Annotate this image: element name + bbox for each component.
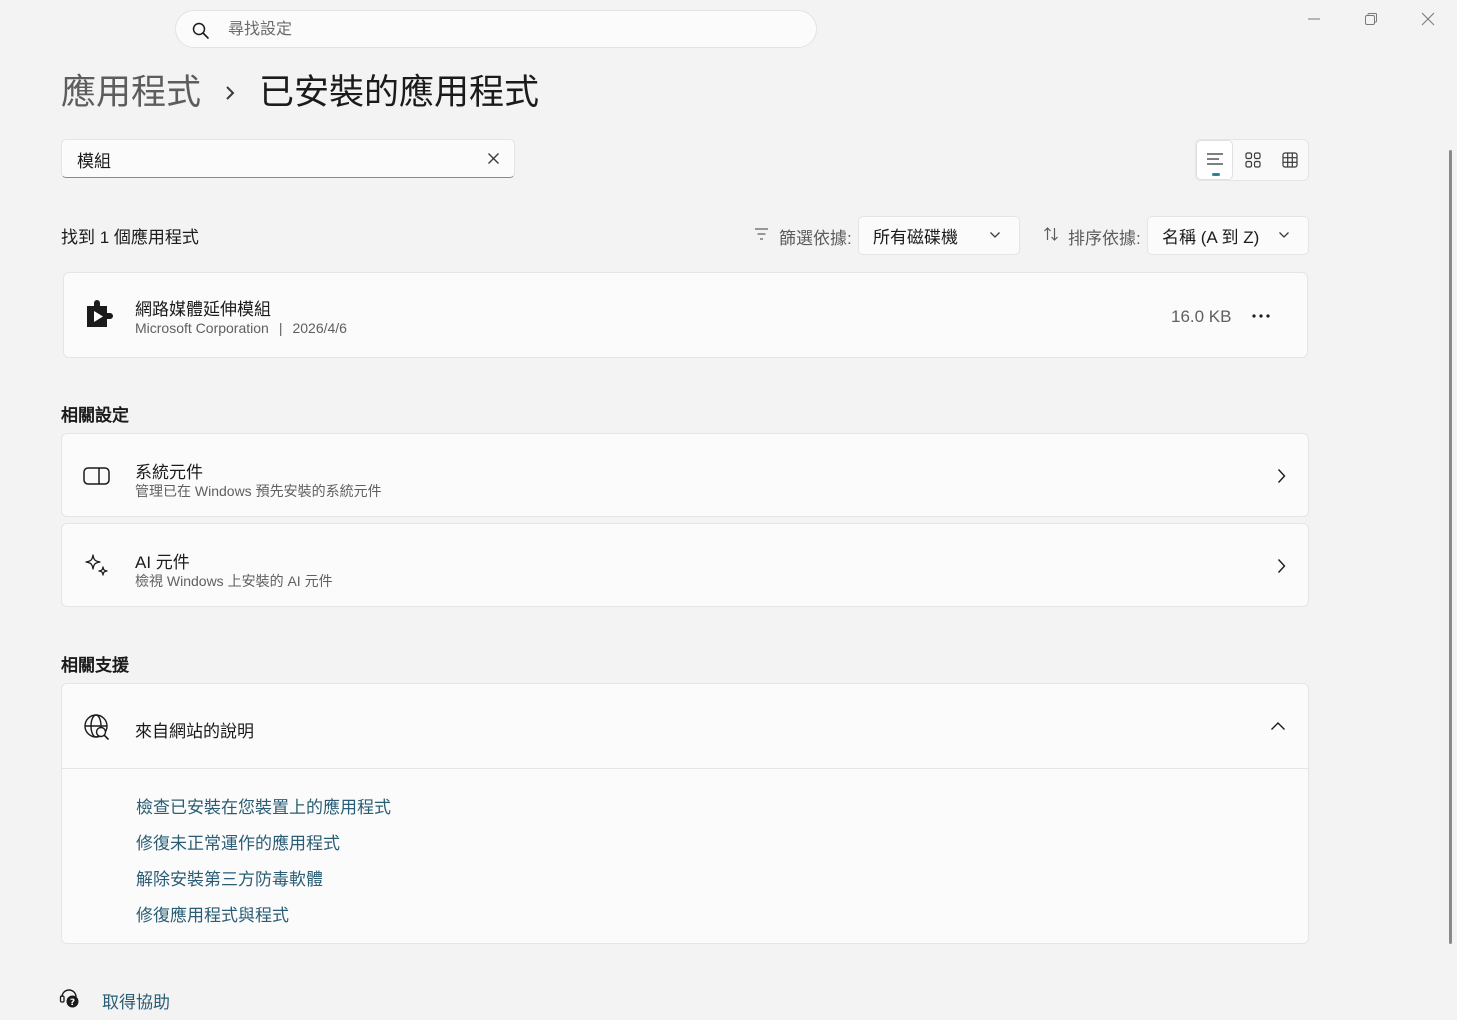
chevron-down-icon: [989, 231, 1001, 239]
settings-search-box[interactable]: [175, 10, 817, 48]
filter-icon: [754, 227, 769, 241]
svg-text:?: ?: [70, 998, 75, 1008]
get-help-link[interactable]: 取得協助: [102, 988, 170, 1013]
filter-dropdown-value: 所有磁碟機: [873, 228, 958, 247]
ai-components-item[interactable]: AI 元件 檢視 Windows 上安裝的 AI 元件: [61, 523, 1309, 607]
help-link-uninstall-antivirus[interactable]: 解除安裝第三方防毒軟體: [136, 865, 323, 890]
chevron-right-icon: [1277, 558, 1286, 574]
ai-components-title: AI 元件: [135, 553, 190, 572]
app-publisher: Microsoft Corporation: [135, 320, 269, 336]
active-indicator: [1212, 173, 1220, 176]
help-link-repair-apps[interactable]: 修復未正常運作的應用程式: [136, 829, 340, 854]
search-icon: [192, 22, 210, 40]
app-filter-box[interactable]: [61, 139, 515, 178]
filter-dropdown[interactable]: 所有磁碟機: [858, 216, 1020, 255]
table-view-button[interactable]: [1271, 140, 1308, 180]
system-components-title: 系統元件: [135, 463, 203, 482]
system-components-desc: 管理已在 Windows 預先安裝的系統元件: [135, 483, 382, 499]
sort-icon: [1043, 226, 1059, 242]
minimize-button[interactable]: [1299, 6, 1329, 32]
filter-label: 篩選依據:: [779, 229, 852, 248]
web-help-expander: 來自網站的說明 檢查已安裝在您裝置上的應用程式 修復未正常運作的應用程式 解除安…: [61, 683, 1309, 944]
close-icon: [1421, 12, 1435, 26]
app-name: 網路媒體延伸模組: [135, 300, 271, 319]
chevron-right-icon: [223, 84, 237, 102]
web-help-expander-header[interactable]: 來自網站的說明: [62, 684, 1308, 769]
scrollbar-thumb[interactable]: [1449, 150, 1452, 944]
breadcrumb: 應用程式 已安裝的應用程式: [61, 70, 539, 116]
help-link-repair-programs[interactable]: 修復應用程式與程式: [136, 901, 289, 926]
minimize-icon: [1308, 18, 1320, 20]
grid-view-button[interactable]: [1234, 140, 1271, 180]
clear-icon[interactable]: [487, 152, 500, 165]
get-help-icon: ?: [59, 987, 81, 1009]
app-list-item[interactable]: 網路媒體延伸模組 Microsoft Corporation | 2026/4/6 …: [63, 272, 1308, 358]
web-help-title: 來自網站的說明: [135, 722, 254, 741]
result-count: 找到 1 個應用程式: [61, 228, 199, 247]
list-view-icon: [1206, 153, 1223, 165]
sort-dropdown-value: 名稱 (A 到 Z): [1162, 228, 1260, 247]
meta-separator: |: [278, 320, 283, 336]
app-size: 16.0 KB: [1171, 307, 1232, 326]
related-support-heading: 相關支援: [61, 656, 129, 675]
close-button[interactable]: [1413, 6, 1443, 32]
sparkle-icon: [84, 553, 110, 579]
more-icon: [1252, 314, 1270, 318]
system-components-icon: [83, 466, 111, 486]
help-link-check-installed[interactable]: 檢查已安裝在您裝置上的應用程式: [136, 793, 391, 818]
globe-search-icon: [83, 713, 111, 741]
grid-view-icon: [1244, 152, 1261, 168]
app-filter-input[interactable]: [75, 148, 479, 170]
related-settings-heading: 相關設定: [61, 406, 129, 425]
search-input[interactable]: [226, 18, 790, 42]
chevron-down-icon: [1278, 231, 1290, 239]
more-options-button[interactable]: [1250, 305, 1272, 327]
list-view-button[interactable]: [1196, 140, 1233, 180]
chevron-up-icon: [1270, 721, 1286, 731]
app-meta: Microsoft Corporation | 2026/4/6: [135, 320, 347, 336]
app-install-date: 2026/4/6: [292, 320, 347, 336]
page-title: 已安裝的應用程式: [259, 73, 540, 112]
sort-label: 排序依據:: [1068, 229, 1141, 248]
ai-components-desc: 檢視 Windows 上安裝的 AI 元件: [135, 573, 333, 589]
restore-button[interactable]: [1356, 6, 1386, 32]
system-components-item[interactable]: 系統元件 管理已在 Windows 預先安裝的系統元件: [61, 433, 1309, 517]
sort-dropdown[interactable]: 名稱 (A 到 Z): [1147, 216, 1309, 255]
table-view-icon: [1281, 152, 1298, 168]
media-extension-icon: [84, 298, 116, 330]
chevron-right-icon: [1277, 468, 1286, 484]
restore-icon: [1365, 13, 1377, 25]
breadcrumb-parent[interactable]: 應用程式: [61, 70, 201, 116]
view-toggle-group: [1195, 139, 1309, 181]
